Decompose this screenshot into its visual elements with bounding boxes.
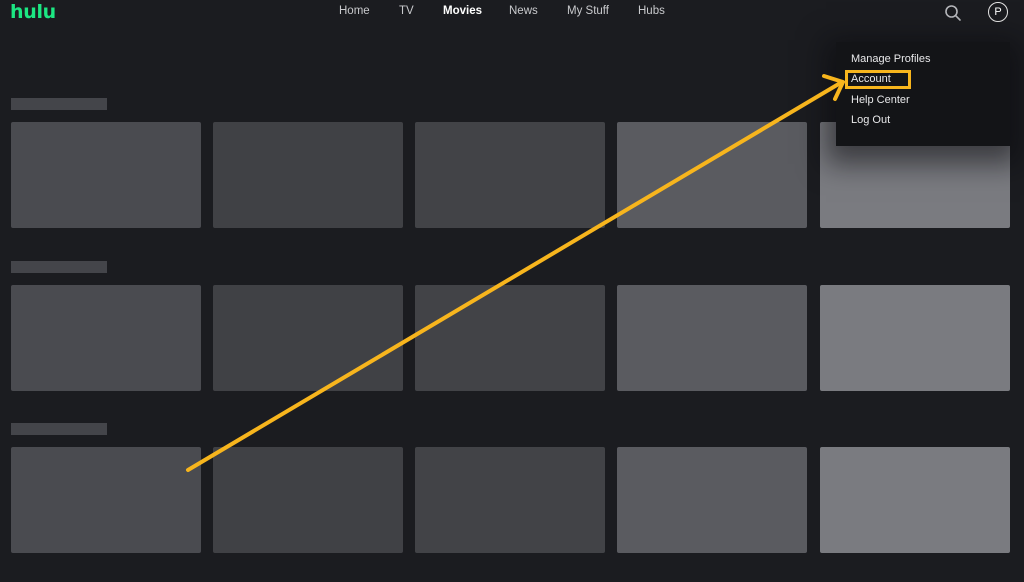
content-tile[interactable] [11,285,201,391]
row-title-placeholder [11,261,107,273]
profile-dropdown-menu: Manage Profiles Account Help Center Log … [836,42,1010,146]
menu-item-log-out[interactable]: Log Out [851,114,890,126]
menu-item-account[interactable]: Account [851,73,891,85]
content-tile[interactable] [11,447,201,553]
menu-item-help-center[interactable]: Help Center [851,94,910,106]
top-nav: Home TV Movies News My Stuff Hubs [0,5,1024,19]
nav-item-hubs[interactable]: Hubs [638,5,665,17]
content-tile[interactable] [213,285,403,391]
nav-item-my-stuff[interactable]: My Stuff [567,5,609,17]
content-tile[interactable] [213,447,403,553]
content-tile[interactable] [415,285,605,391]
nav-item-home[interactable]: Home [339,5,370,17]
content-tile[interactable] [617,447,807,553]
content-tile[interactable] [820,447,1010,553]
search-icon[interactable] [944,4,962,22]
menu-item-manage-profiles[interactable]: Manage Profiles [851,53,931,65]
content-tile[interactable] [617,122,807,228]
row-title-placeholder [11,98,107,110]
app-window: hulu Home TV Movies News My Stuff Hubs P… [0,0,1024,582]
content-tile[interactable] [617,285,807,391]
content-tile[interactable] [820,285,1010,391]
avatar-initial: P [994,6,1002,18]
nav-item-news[interactable]: News [509,5,538,17]
nav-item-movies[interactable]: Movies [443,5,482,17]
content-tile[interactable] [11,122,201,228]
row-title-placeholder [11,423,107,435]
content-tile[interactable] [213,122,403,228]
content-tile[interactable] [415,122,605,228]
profile-avatar-button[interactable]: P [988,2,1008,22]
nav-item-tv[interactable]: TV [399,5,414,17]
content-tile[interactable] [415,447,605,553]
